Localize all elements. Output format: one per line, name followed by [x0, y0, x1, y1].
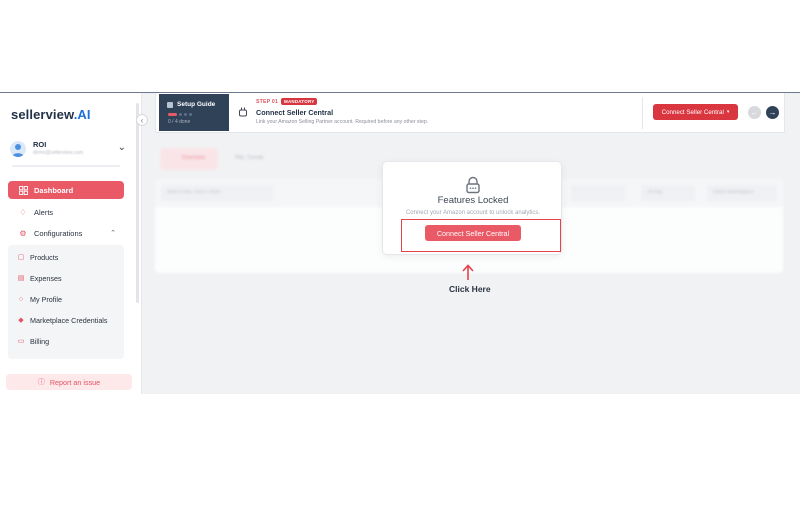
- app-screen: sellerview.AI ROI demo@sellerview.com ⌄ …: [0, 92, 800, 394]
- guide-icon: [167, 101, 173, 108]
- step-label: STEP 01: [256, 99, 279, 105]
- sidebar-item-label: My Profile: [30, 294, 62, 304]
- sidebar-item-label: Alerts: [34, 207, 54, 217]
- divider: [12, 165, 120, 167]
- setup-guide-panel[interactable]: Setup Guide 0 / 4 done: [159, 94, 229, 131]
- features-locked-modal: Features Locked Connect your Amazon acco…: [382, 161, 562, 255]
- sidebar-item-alerts[interactable]: ♢ Alerts: [8, 203, 124, 221]
- collapse-sidebar-button[interactable]: ‹: [136, 114, 148, 126]
- tab-overview: Overview: [160, 148, 218, 170]
- setup-progress-bar: [168, 112, 198, 116]
- avatar: [10, 141, 26, 157]
- chevron-left-icon: ‹: [140, 115, 144, 125]
- sidebar-item-label: Marketplace Credentials: [30, 315, 108, 325]
- period-filter: All Day: [641, 185, 695, 201]
- click-here-label: Click Here: [449, 284, 491, 294]
- report-issue-button[interactable]: ⓘ Report an issue: [6, 374, 132, 390]
- chevron-up-icon: ⌃: [110, 230, 116, 237]
- connect-seller-central-button[interactable]: Connect Seller Central: [425, 225, 521, 241]
- key-icon: ◆: [18, 317, 24, 324]
- bell-icon: ♢: [19, 207, 27, 217]
- previous-step-button[interactable]: ←: [748, 106, 761, 119]
- sidebar-item-label: Billing: [30, 336, 50, 346]
- gear-icon: ⚙: [19, 228, 27, 238]
- lock-icon: [464, 176, 482, 194]
- setup-progress-text: 0 / 4 done: [168, 119, 191, 125]
- configurations-submenu: ▢ Products ▤ Expenses ○ My Profile ◆ Mar…: [8, 245, 124, 359]
- marketplace-filter: Select Marketplace: [707, 185, 777, 201]
- date-filter: Select Date: Feb 1–2026: [161, 185, 273, 201]
- divider: [642, 97, 643, 129]
- annotation-arrow: [462, 264, 474, 280]
- sidebar-item-dashboard[interactable]: Dashboard: [8, 181, 124, 199]
- info-icon: ⓘ: [37, 379, 45, 386]
- user-menu[interactable]: ROI demo@sellerview.com ⌄: [8, 139, 126, 163]
- next-step-button[interactable]: →: [766, 106, 779, 119]
- user-email: demo@sellerview.com: [33, 150, 84, 156]
- chevron-down-icon[interactable]: ⌄: [118, 142, 126, 153]
- box-icon: ▢: [17, 254, 25, 261]
- tab-pl-trends: P&L Trends: [235, 155, 264, 161]
- wallet-icon: ▤: [17, 275, 25, 282]
- plug-icon: [238, 107, 248, 117]
- setup-guide-bar: Setup Guide 0 / 4 done STEP 01 MANDATORY…: [155, 93, 785, 133]
- app-logo[interactable]: sellerview.AI: [11, 107, 91, 122]
- arrow-left-icon: ←: [750, 108, 759, 117]
- sidebar-item-billing[interactable]: ▭ Billing: [8, 333, 124, 349]
- user-icon: ○: [18, 295, 24, 303]
- sidebar-item-my-profile[interactable]: ○ My Profile: [8, 291, 124, 307]
- setup-guide-title: Setup Guide: [167, 101, 215, 108]
- mandatory-badge: MANDATORY: [281, 97, 318, 105]
- sidebar-item-expenses[interactable]: ▤ Expenses: [8, 270, 124, 286]
- arrow-right-icon: →: [768, 108, 777, 117]
- step-description: Link your Amazon Selling Partner account…: [256, 119, 429, 125]
- grid-icon: [16, 185, 30, 195]
- sidebar-item-label: Products: [30, 252, 59, 262]
- sidebar-item-label: Dashboard: [34, 185, 74, 195]
- sidebar-item-configurations[interactable]: ⚙ Configurations ⌃: [8, 224, 124, 242]
- sidebar-item-label: Expenses: [30, 273, 62, 283]
- connect-seller-central-top-button[interactable]: Connect Seller Central ▾: [653, 104, 738, 120]
- sidebar-item-label: Configurations: [34, 228, 83, 238]
- step-title: Connect Seller Central: [256, 108, 334, 117]
- chevron-down-icon: ▾: [726, 109, 730, 115]
- user-name: ROI: [33, 140, 47, 149]
- modal-subtitle: Connect your Amazon account to unlock an…: [405, 210, 541, 216]
- sidebar-item-marketplace-credentials[interactable]: ◆ Marketplace Credentials: [8, 312, 124, 328]
- sidebar: sellerview.AI ROI demo@sellerview.com ⌄ …: [0, 93, 142, 394]
- sidebar-scrollbar[interactable]: [136, 103, 139, 303]
- sidebar-item-products[interactable]: ▢ Products: [8, 249, 124, 265]
- report-issue-label: Report an issue: [49, 377, 101, 387]
- filter-placeholder: [571, 185, 625, 201]
- card-icon: ▭: [17, 338, 25, 345]
- modal-title: Features Locked: [437, 195, 509, 206]
